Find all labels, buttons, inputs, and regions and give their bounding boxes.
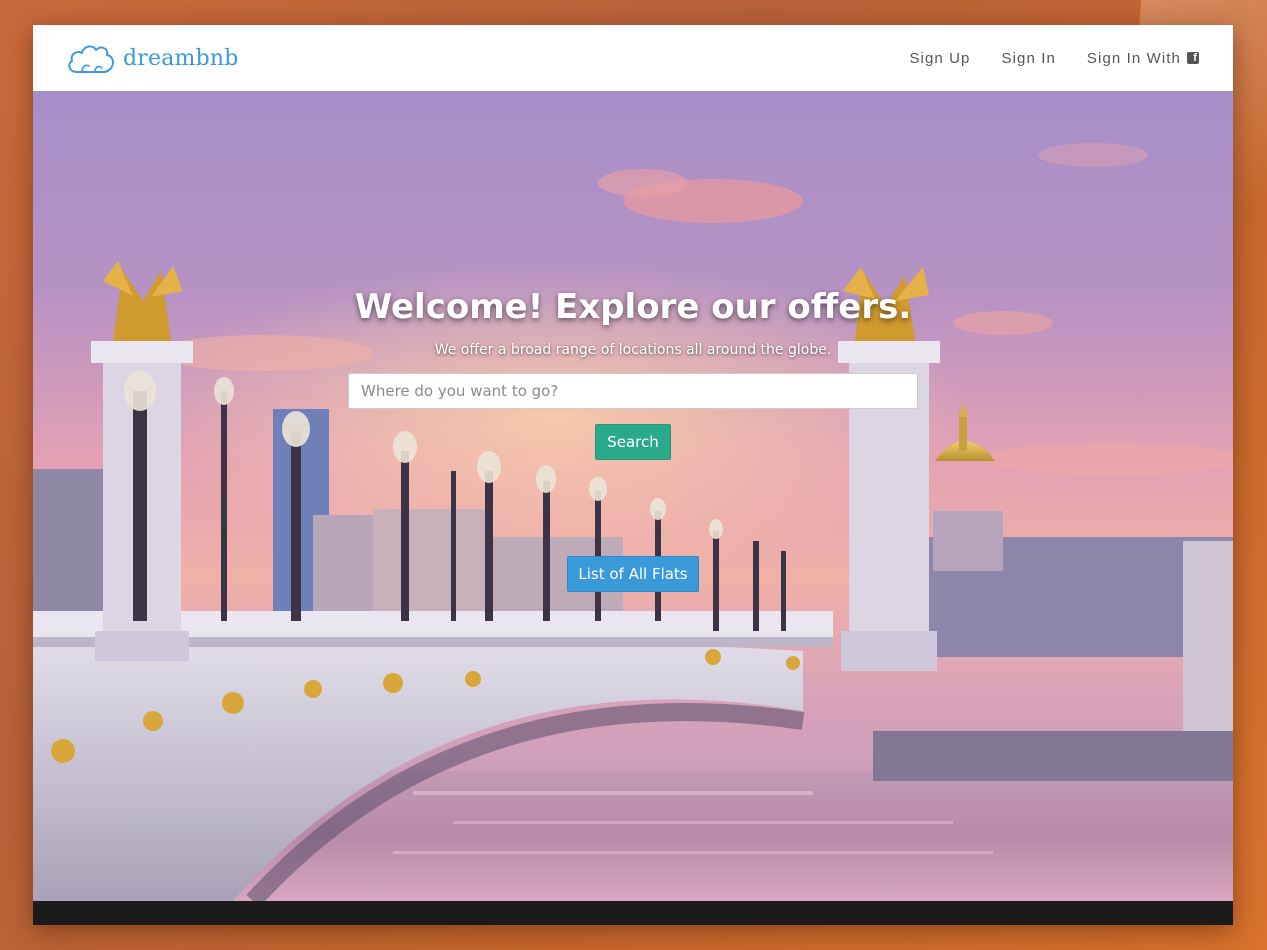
- hero-section: Welcome! Explore our offers. We offer a …: [33, 91, 1233, 901]
- facebook-icon: f: [1187, 52, 1199, 64]
- sign-up-link[interactable]: Sign Up: [909, 50, 970, 67]
- sign-in-with-facebook-link[interactable]: Sign In With f: [1087, 50, 1199, 67]
- brand-logo[interactable]: dreambnb: [65, 40, 239, 76]
- hero-subtitle: We offer a broad range of locations all …: [434, 342, 832, 358]
- cloud-logo-icon: [68, 45, 114, 73]
- list-all-flats-button[interactable]: List of All Flats: [567, 556, 699, 592]
- nav-links: Sign Up Sign In Sign In With f: [909, 50, 1199, 67]
- sign-in-label: Sign In: [1001, 49, 1056, 67]
- sign-in-with-label: Sign In With: [1086, 49, 1181, 67]
- destination-search-input[interactable]: [348, 373, 918, 409]
- brand-name: dreambnb: [123, 45, 239, 71]
- navbar: dreambnb Sign Up Sign In Sign In With f: [33, 25, 1233, 91]
- sign-in-link[interactable]: Sign In: [1002, 50, 1056, 67]
- sign-up-label: Sign Up: [909, 49, 971, 67]
- footer-bar: [33, 901, 1233, 925]
- browser-window: dreambnb Sign Up Sign In Sign In With f: [33, 25, 1233, 925]
- hero-content: Welcome! Explore our offers. We offer a …: [33, 91, 1233, 901]
- search-button[interactable]: Search: [595, 424, 671, 460]
- hero-title: Welcome! Explore our offers.: [354, 287, 912, 327]
